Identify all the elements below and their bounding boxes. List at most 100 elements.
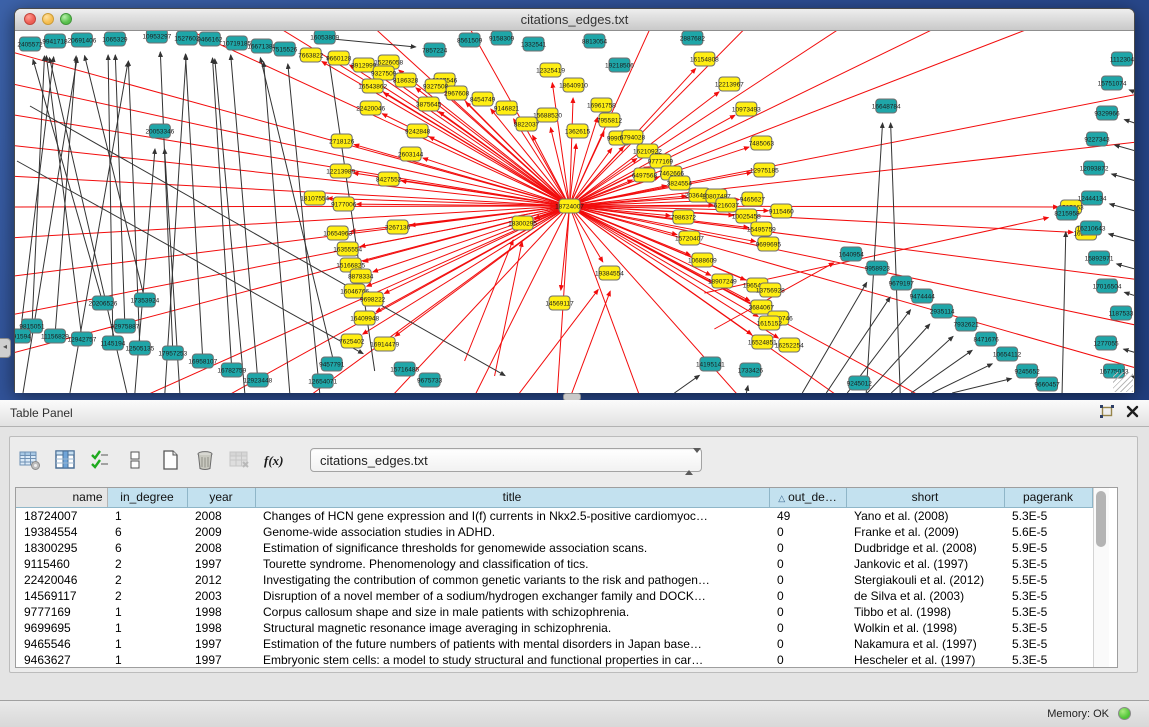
graph-node[interactable]: 1615152 [757,316,783,330]
vertical-scrollbar[interactable] [1093,488,1109,667]
graph-node[interactable]: 10973493 [732,102,761,116]
table-row[interactable]: 946362711997Embryonic stem cells: a mode… [16,652,1092,668]
table-cell[interactable]: 2008 [187,540,255,556]
graph-node[interactable]: 10953297 [142,31,171,43]
graph-node[interactable]: 17353924 [130,293,159,307]
table-cell[interactable]: Nakamura et al. (1997) [846,636,1004,652]
graph-node[interactable]: 9941718 [42,34,68,48]
graph-node[interactable]: 18640910 [559,78,588,92]
table-cell[interactable]: 1997 [187,556,255,572]
graph-node[interactable]: 9660128 [326,51,352,65]
graph-node[interactable]: 3824554 [667,176,693,190]
column-header-title[interactable]: title [255,488,769,507]
table-cell[interactable]: 0 [769,524,846,540]
graph-node[interactable]: 15892971 [1085,251,1114,265]
table-cell[interactable]: 1997 [187,636,255,652]
graph-node[interactable]: 8822037 [514,117,540,131]
graph-node[interactable]: 16961758 [587,98,616,112]
table-cell[interactable]: 9463627 [16,652,107,668]
graph-node[interactable]: 16648784 [872,99,901,113]
table-row[interactable]: 1830029562008Estimation of significance … [16,540,1092,556]
graph-node[interactable]: 9699695 [756,237,782,251]
table-cell[interactable]: Embryonic stem cells: a model to study s… [255,652,769,668]
graph-node[interactable]: 8813054 [582,34,608,48]
table-cell[interactable]: 5.3E-5 [1004,507,1092,524]
graph-node[interactable]: 9465627 [740,192,766,206]
citation-network-graph[interactable]: 1872400776638229660128891299915226058932… [15,31,1134,393]
graph-node[interactable]: 7857224 [422,43,448,57]
table-cell[interactable]: 9777169 [16,604,107,620]
graph-node[interactable]: 18907249 [708,274,737,288]
graph-node[interactable]: 15495759 [747,222,776,236]
table-cell[interactable]: Investigating the contribution of common… [255,572,769,588]
column-header-in-degree[interactable]: in_degree [107,488,187,507]
table-cell[interactable]: 49 [769,507,846,524]
graph-node[interactable]: 12213967 [715,77,744,91]
table-cell[interactable]: 2008 [187,507,255,524]
graph-node[interactable]: 12654071 [308,374,337,388]
graph-node[interactable]: 16782759 [217,363,246,377]
table-cell[interactable]: 0 [769,652,846,668]
table-cell[interactable]: 0 [769,572,846,588]
table-cell[interactable]: 18300295 [16,540,107,556]
graph-node[interactable]: 12923448 [243,373,272,387]
table-cell[interactable]: 1998 [187,604,255,620]
table-cell[interactable]: de Silva et al. (2003) [846,588,1004,604]
graph-node[interactable]: 16210643 [1077,221,1106,235]
table-cell[interactable]: 9699695 [16,620,107,636]
graph-node[interactable]: 9245012 [847,376,873,390]
column-header-pagerank[interactable]: pagerank [1004,488,1092,507]
table-cell[interactable]: 1 [107,652,187,668]
graph-node[interactable]: 7625402 [339,334,365,348]
graph-node[interactable]: 9698222 [360,292,386,306]
graph-node[interactable]: 2935114 [930,304,955,318]
graph-node[interactable]: 1187533 [1109,306,1134,320]
memory-status-indicator[interactable] [1118,707,1131,720]
graph-node[interactable]: 1362615 [565,124,591,138]
graph-node[interactable]: 2887682 [680,31,706,45]
graph-node[interactable]: 7955812 [597,113,623,127]
graph-node[interactable]: 14569117 [545,296,574,310]
table-cell[interactable]: 22420046 [16,572,107,588]
table-cell[interactable]: Hescheler et al. (1997) [846,652,1004,668]
table-cell[interactable]: Corpus callosum shape and size in male p… [255,604,769,620]
graph-node[interactable]: 9227343 [1084,132,1110,146]
close-panel-icon[interactable] [1126,405,1139,423]
table-cell[interactable]: Tourette syndrome. Phenomenology and cla… [255,556,769,572]
graph-node[interactable]: 32975887 [110,319,139,333]
table-cell[interactable]: 0 [769,636,846,652]
table-cell[interactable]: 1 [107,636,187,652]
graph-node[interactable]: 2603144 [398,147,424,161]
create-column-icon[interactable] [156,447,184,473]
table-row[interactable]: 2242004622012Investigating the contribut… [16,572,1092,588]
graph-node[interactable]: 18107554 [300,191,329,205]
table-cell[interactable]: 5.9E-5 [1004,540,1092,556]
graph-node[interactable]: 6497568 [632,168,658,182]
graph-node[interactable]: 12505135 [125,341,154,355]
graph-node[interactable]: 18300295 [508,216,537,230]
graph-node[interactable]: 16524851 [748,335,777,349]
graph-node[interactable]: 7515526 [272,42,298,56]
graph-node[interactable]: 1640954 [839,247,865,261]
graph-node[interactable]: 1733426 [738,363,764,377]
column-header-name[interactable]: name [16,488,107,507]
table-cell[interactable]: 5.3E-5 [1004,636,1092,652]
table-cell[interactable]: 0 [769,556,846,572]
table-row[interactable]: 946554611997Estimation of the future num… [16,636,1092,652]
graph-node[interactable]: 19384554 [595,266,624,280]
panel-collapse-arrow[interactable]: ◂ [0,338,11,358]
graph-node[interactable]: 9242848 [405,124,431,138]
table-cell[interactable]: 5.6E-5 [1004,524,1092,540]
table-cell[interactable]: 2003 [187,588,255,604]
graph-node[interactable]: 7932621 [954,317,980,331]
network-canvas[interactable]: 1872400776638229660128891299915226058932… [15,31,1134,393]
graph-node[interactable]: 19218506 [605,58,634,72]
graph-node[interactable]: 9146821 [494,101,520,115]
table-cell[interactable]: 2009 [187,524,255,540]
table-mode-settings-icon[interactable] [16,447,44,473]
graph-node[interactable]: 2718126 [329,134,355,148]
graph-node[interactable]: 20053346 [145,124,174,138]
graph-node[interactable]: 8215958 [1054,206,1080,220]
graph-node[interactable]: 9115460 [769,204,794,218]
table-row[interactable]: 969969511998Structural magnetic resonanc… [16,620,1092,636]
